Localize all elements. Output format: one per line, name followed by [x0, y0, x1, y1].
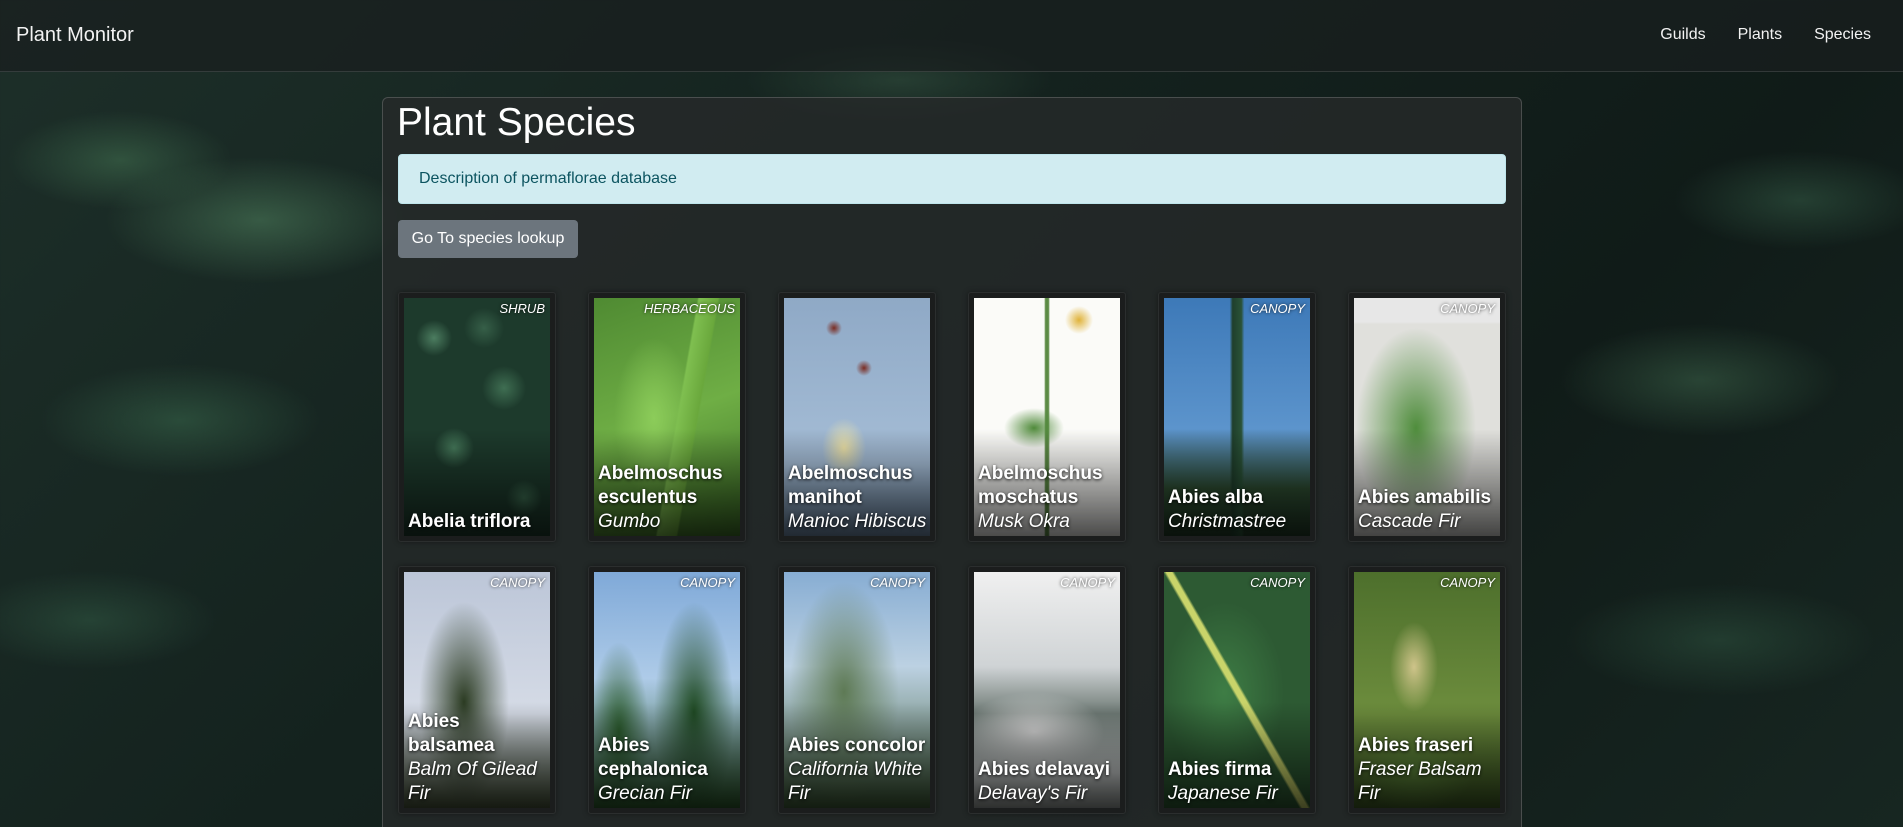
layer-label: CANOPY: [1250, 301, 1305, 316]
layer-label: CANOPY: [1440, 301, 1495, 316]
layer-label: SHRUB: [499, 301, 545, 316]
species-card[interactable]: CANOPY Abies cephalonica Grecian Fir: [588, 566, 746, 814]
layer-label: HERBACEOUS: [643, 301, 735, 316]
species-card[interactable]: CANOPY Abies amabilis Cascade Fir: [1348, 292, 1506, 542]
navbar: Plant Monitor Guilds Plants Species: [0, 0, 1903, 72]
info-alert: Description of permaflorae database: [398, 154, 1506, 204]
species-card[interactable]: SHRUB Abelia triflora: [398, 292, 556, 542]
species-image: CANOPY Abies delavayi Delavay's Fir: [974, 572, 1120, 808]
common-name: Balm Of Gilead Fir: [408, 759, 537, 804]
species-card[interactable]: Abelmoschus manihot Manioc Hibiscus: [778, 292, 936, 542]
species-card[interactable]: CANOPY Abies delavayi Delavay's Fir: [968, 566, 1126, 814]
scientific-name: Abies balsamea: [408, 711, 495, 756]
scientific-name: Abelmoschus esculentus: [598, 463, 723, 508]
scientific-name: Abies delavayi: [978, 759, 1111, 780]
common-name: Gumbo: [598, 511, 661, 532]
common-name: Christmastree: [1168, 511, 1287, 532]
species-image: SHRUB Abelia triflora: [404, 298, 550, 536]
scientific-name: Abelmoschus manihot: [788, 463, 913, 508]
species-caption: Abies alba Christmastree: [1168, 486, 1308, 534]
common-name: Delavay's Fir: [978, 783, 1088, 804]
species-caption: Abelmoschus esculentus Gumbo: [598, 462, 738, 534]
common-name: Japanese Fir: [1168, 783, 1278, 804]
species-card[interactable]: CANOPY Abies balsamea Balm Of Gilead Fir: [398, 566, 556, 814]
page-title: Plant Species: [397, 101, 636, 144]
layer-label: CANOPY: [680, 575, 735, 590]
scientific-name: Abies alba: [1168, 487, 1264, 508]
species-card[interactable]: HERBACEOUS Abelmoschus esculentus Gumbo: [588, 292, 746, 542]
species-grid: SHRUB Abelia triflora HERBACEOUS Abelmos…: [398, 292, 1506, 814]
common-name: Musk Okra: [978, 511, 1070, 532]
nav-link-guilds[interactable]: Guilds: [1660, 26, 1705, 44]
common-name: Cascade Fir: [1358, 511, 1461, 532]
species-image: CANOPY Abies balsamea Balm Of Gilead Fir: [404, 572, 550, 808]
brand-link[interactable]: Plant Monitor: [16, 24, 134, 47]
species-image: CANOPY Abies amabilis Cascade Fir: [1354, 298, 1500, 536]
species-caption: Abies amabilis Cascade Fir: [1358, 486, 1498, 534]
species-card[interactable]: CANOPY Abies firma Japanese Fir: [1158, 566, 1316, 814]
species-card[interactable]: CANOPY Abies concolor California White F…: [778, 566, 936, 814]
species-image: HERBACEOUS Abelmoschus esculentus Gumbo: [594, 298, 740, 536]
common-name: Fraser Balsam Fir: [1358, 759, 1482, 804]
layer-label: CANOPY: [490, 575, 545, 590]
scientific-name: Abelmoschus moschatus: [978, 463, 1103, 508]
layer-label: CANOPY: [1440, 575, 1495, 590]
scientific-name: Abies cephalonica: [598, 735, 708, 780]
species-caption: Abies fraseri Fraser Balsam Fir: [1358, 734, 1498, 806]
species-caption: Abelia triflora: [408, 510, 548, 534]
common-name: Manioc Hibiscus: [788, 511, 927, 532]
species-card[interactable]: CANOPY Abies alba Christmastree: [1158, 292, 1316, 542]
species-caption: Abies firma Japanese Fir: [1168, 758, 1308, 806]
layer-label: CANOPY: [1250, 575, 1305, 590]
content-panel: Plant Species Description of permaflorae…: [382, 97, 1522, 827]
species-image: CANOPY Abies alba Christmastree: [1164, 298, 1310, 536]
scientific-name: Abies fraseri: [1358, 735, 1474, 756]
species-lookup-button[interactable]: Go To species lookup: [398, 220, 578, 258]
scientific-name: Abies amabilis: [1358, 487, 1492, 508]
common-name: Grecian Fir: [598, 783, 692, 804]
layer-label: CANOPY: [1060, 575, 1115, 590]
species-caption: Abelmoschus moschatus Musk Okra: [978, 462, 1118, 534]
species-image: CANOPY Abies fraseri Fraser Balsam Fir: [1354, 572, 1500, 808]
species-caption: Abies delavayi Delavay's Fir: [978, 758, 1118, 806]
species-caption: Abies balsamea Balm Of Gilead Fir: [408, 710, 548, 806]
species-caption: Abelmoschus manihot Manioc Hibiscus: [788, 462, 928, 534]
species-card[interactable]: Abelmoschus moschatus Musk Okra: [968, 292, 1126, 542]
layer-label: CANOPY: [870, 575, 925, 590]
species-image: CANOPY Abies cephalonica Grecian Fir: [594, 572, 740, 808]
species-caption: Abies cephalonica Grecian Fir: [598, 734, 738, 806]
species-image: Abelmoschus moschatus Musk Okra: [974, 298, 1120, 536]
species-image: CANOPY Abies firma Japanese Fir: [1164, 572, 1310, 808]
species-image: CANOPY Abies concolor California White F…: [784, 572, 930, 808]
scientific-name: Abies concolor: [788, 735, 926, 756]
common-name: California White Fir: [788, 759, 923, 804]
nav-link-species[interactable]: Species: [1814, 26, 1871, 44]
species-caption: Abies concolor California White Fir: [788, 734, 928, 806]
scientific-name: Abies firma: [1168, 759, 1272, 780]
species-card[interactable]: CANOPY Abies fraseri Fraser Balsam Fir: [1348, 566, 1506, 814]
scientific-name: Abelia triflora: [408, 511, 531, 532]
species-image: Abelmoschus manihot Manioc Hibiscus: [784, 298, 930, 536]
nav-links: Guilds Plants Species: [1660, 26, 1871, 44]
nav-link-plants[interactable]: Plants: [1738, 26, 1782, 44]
